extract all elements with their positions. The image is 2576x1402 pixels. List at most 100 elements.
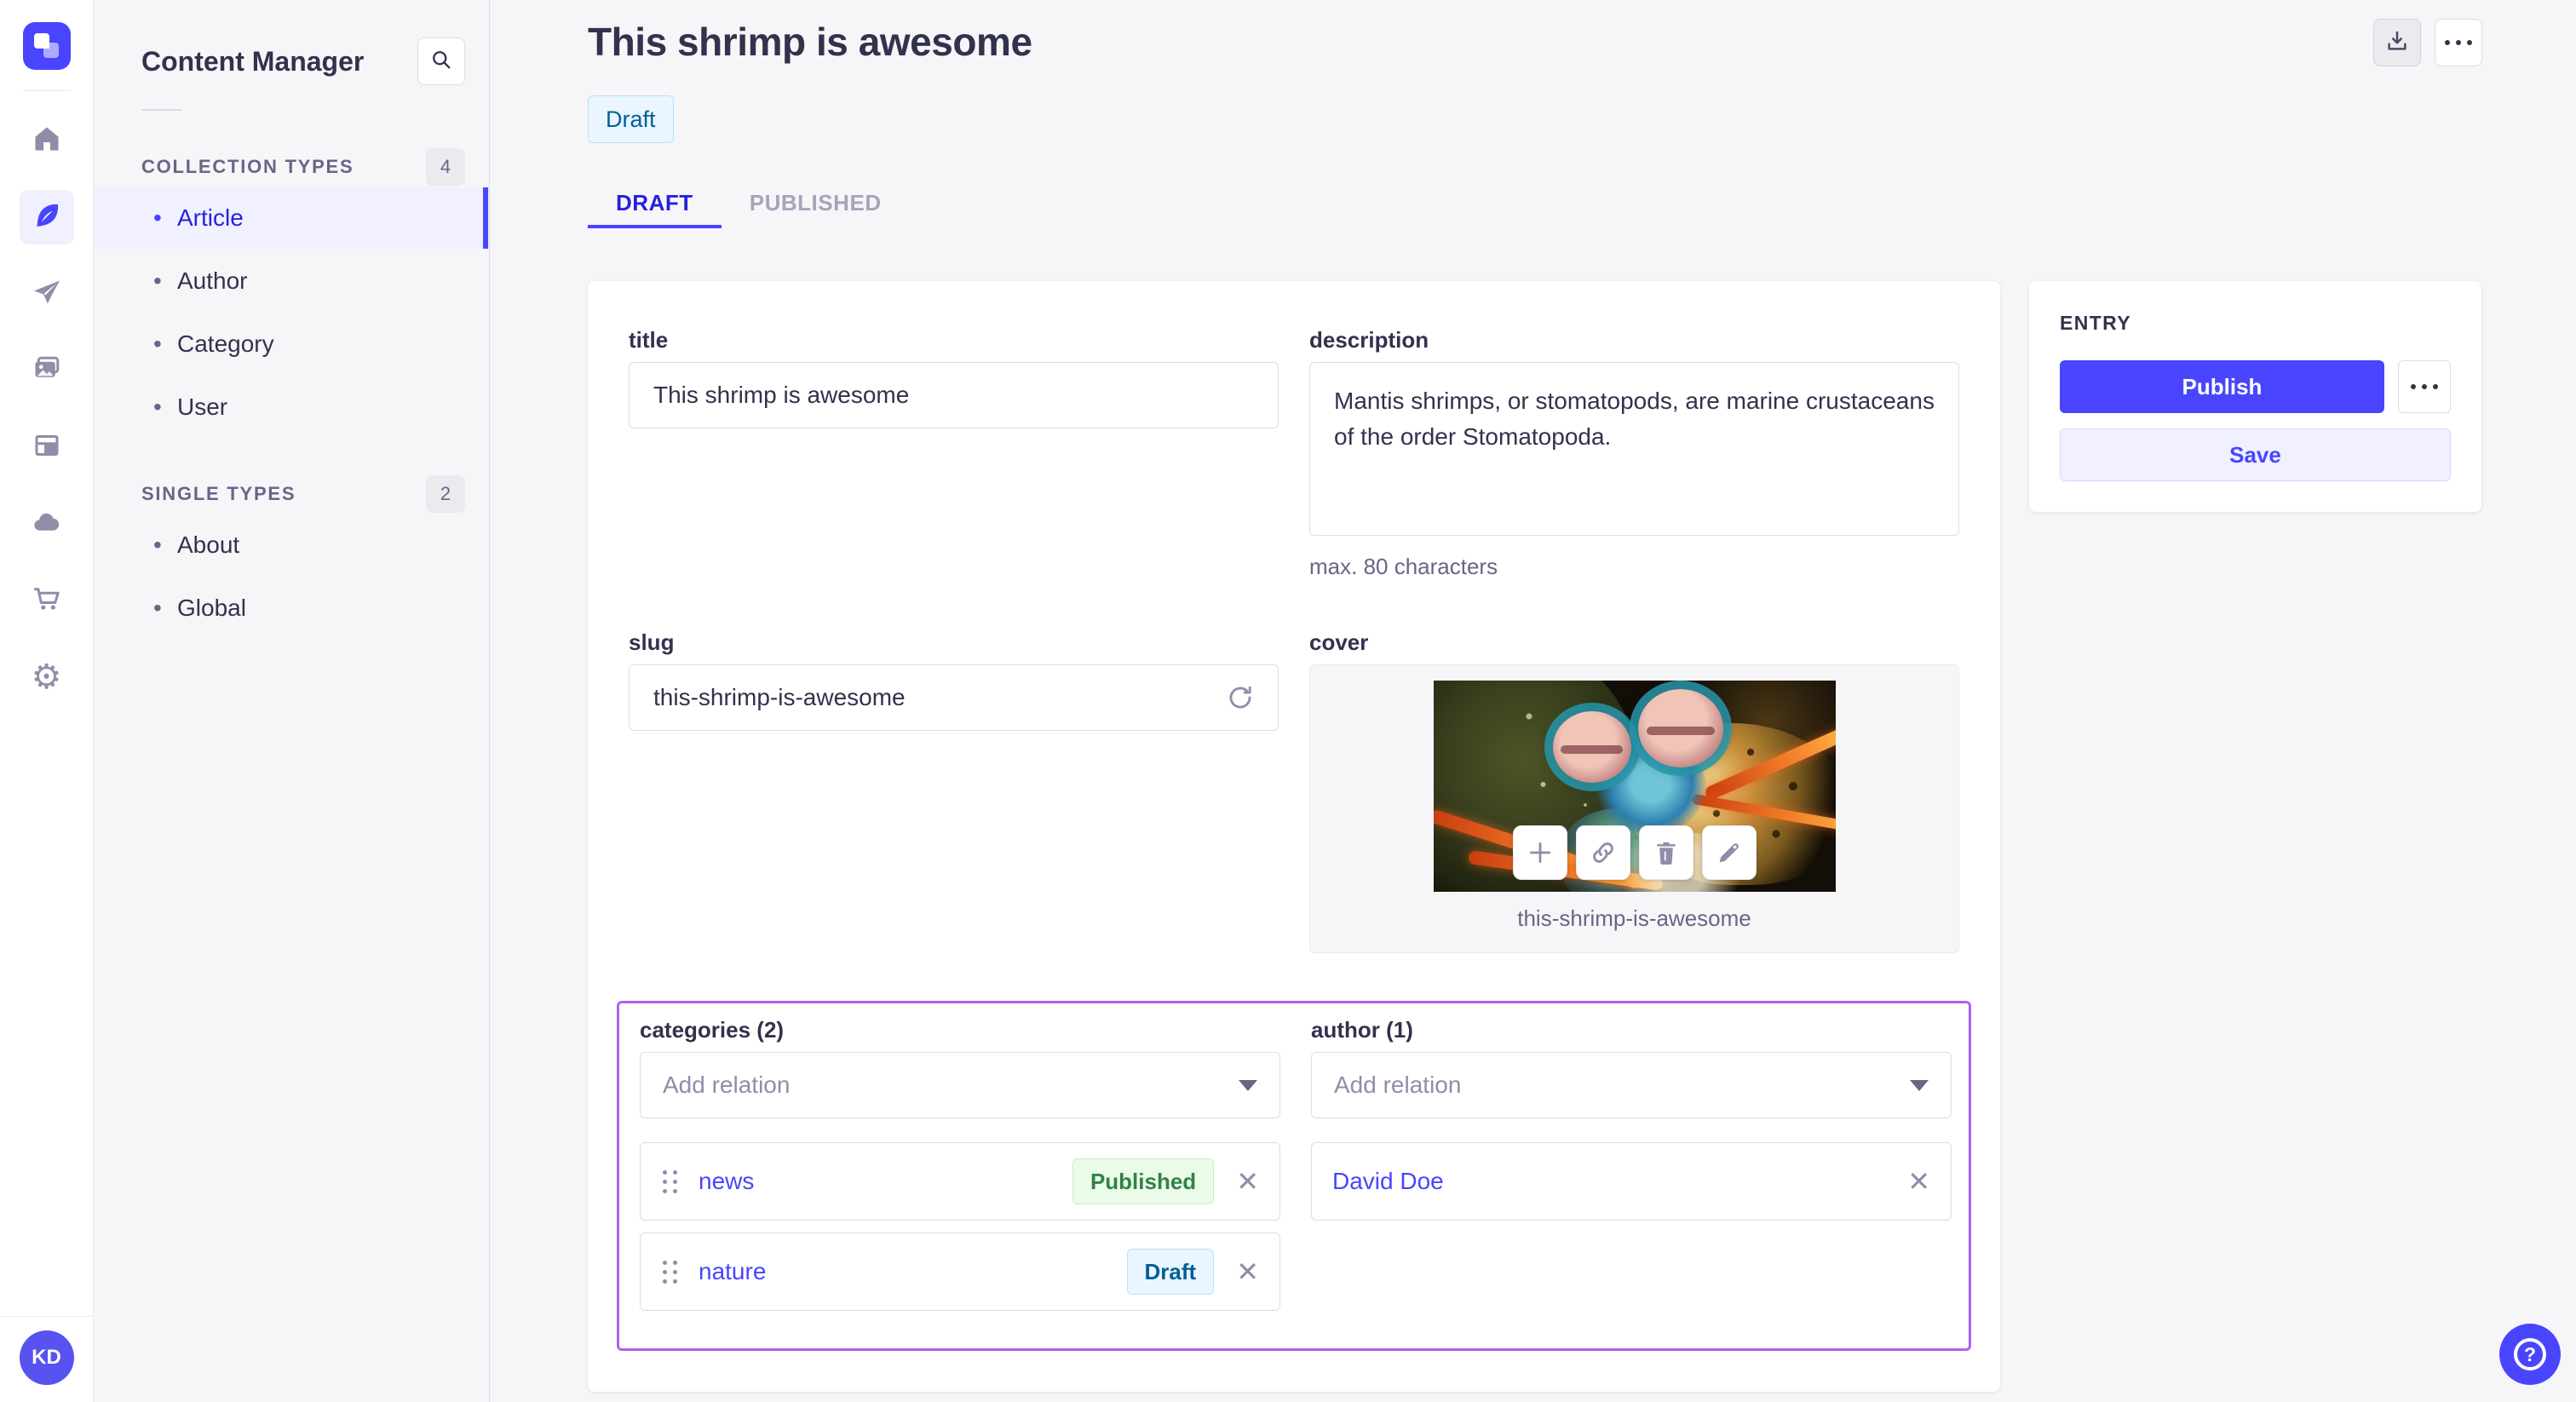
sidebar-item-label: About xyxy=(177,531,240,558)
download-icon xyxy=(2384,28,2410,58)
slug-input[interactable] xyxy=(629,664,1279,731)
relation-item-news: news Published ✕ xyxy=(640,1142,1280,1221)
single-types-label: SINGLE TYPES xyxy=(141,483,296,504)
slug-label: slug xyxy=(629,629,675,655)
categories-add-relation-select[interactable]: Add relation xyxy=(640,1052,1280,1118)
copy-link-button[interactable] xyxy=(1575,825,1630,880)
description-field: description Mantis shrimps, or stomatopo… xyxy=(1309,327,1959,580)
nav-media-library[interactable] xyxy=(20,343,74,398)
nav-marketplace[interactable] xyxy=(20,573,74,628)
sidebar-item-user[interactable]: • User xyxy=(94,376,489,438)
title-field: title xyxy=(629,327,1279,580)
main-nav-rail: ⚙ KD xyxy=(0,0,94,1402)
bullet-icon: • xyxy=(153,531,162,558)
search-icon xyxy=(429,48,453,76)
user-avatar[interactable]: KD xyxy=(19,1330,74,1385)
title-input[interactable] xyxy=(629,362,1279,428)
categories-label: categories (2) xyxy=(640,1017,785,1043)
edit-asset-button[interactable] xyxy=(1701,825,1757,880)
remove-relation-button[interactable]: ✕ xyxy=(1236,1168,1259,1195)
remove-relation-button[interactable]: ✕ xyxy=(1236,1258,1259,1285)
content-manager-subnav: Content Manager COLLECTION TYPES 4 • Art… xyxy=(94,0,490,1402)
add-relation-placeholder: Add relation xyxy=(663,1072,791,1098)
sidebar-item-label: Category xyxy=(177,330,274,357)
subnav-rule xyxy=(141,109,182,111)
add-asset-button[interactable] xyxy=(1512,825,1567,880)
nav-cloud[interactable] xyxy=(20,497,74,551)
more-options-button[interactable] xyxy=(2435,19,2482,66)
nav-releases[interactable] xyxy=(20,267,74,321)
sidebar-item-label: User xyxy=(177,394,228,420)
paper-plane-icon xyxy=(32,277,62,312)
sidebar-item-category[interactable]: • Category xyxy=(94,313,489,375)
help-button[interactable]: ? xyxy=(2499,1324,2561,1385)
bullet-icon: • xyxy=(153,330,162,357)
description-hint: max. 80 characters xyxy=(1309,554,1498,579)
sidebar-item-label: Global xyxy=(177,595,246,621)
ellipsis-icon xyxy=(2411,384,2438,389)
layout-icon xyxy=(32,430,62,465)
delete-asset-button[interactable] xyxy=(1638,825,1693,880)
relation-item-david-doe: David Doe ✕ xyxy=(1311,1142,1952,1221)
remove-relation-button[interactable]: ✕ xyxy=(1907,1168,1930,1195)
single-types-section: SINGLE TYPES 2 • About • Global xyxy=(94,475,489,639)
home-icon xyxy=(32,124,62,158)
relation-item-nature: nature Draft ✕ xyxy=(640,1232,1280,1311)
author-add-relation-select[interactable]: Add relation xyxy=(1311,1052,1952,1118)
categories-relation: categories (2) Add relation news Publish… xyxy=(640,1017,1280,1323)
cover-label: cover xyxy=(1309,629,1369,655)
version-tabs: DRAFT PUBLISHED xyxy=(588,181,2482,228)
main-content: This shrimp is awesome Draft DRAFT PUBLI… xyxy=(490,0,2576,1392)
sidebar-item-global[interactable]: • Global xyxy=(94,577,489,639)
status-badge: Draft xyxy=(588,95,674,143)
chevron-down-icon xyxy=(1910,1079,1929,1091)
relation-link[interactable]: news xyxy=(699,1168,754,1195)
shopping-cart-icon xyxy=(32,583,62,618)
page-title: This shrimp is awesome xyxy=(588,20,1032,64)
bullet-icon: • xyxy=(153,267,162,294)
question-mark-icon: ? xyxy=(2514,1338,2546,1370)
relation-link[interactable]: nature xyxy=(699,1258,766,1285)
sidebar-item-author[interactable]: • Author xyxy=(94,250,489,312)
tab-published[interactable]: PUBLISHED xyxy=(722,181,910,228)
collection-types-label: COLLECTION TYPES xyxy=(141,156,354,177)
sidebar-item-about[interactable]: • About xyxy=(94,514,489,576)
sidebar-item-label: Article xyxy=(177,204,244,231)
cover-asset-card: this-shrimp-is-awesome xyxy=(1309,664,1959,953)
save-button[interactable]: Save xyxy=(2060,428,2451,481)
download-button[interactable] xyxy=(2373,19,2421,66)
relation-link[interactable]: David Doe xyxy=(1332,1168,1444,1195)
relation-status-badge: Published xyxy=(1072,1158,1215,1204)
slug-field: slug xyxy=(629,629,1279,953)
relation-status-badge: Draft xyxy=(1126,1249,1215,1295)
publish-button[interactable]: Publish xyxy=(2060,360,2384,413)
rail-divider xyxy=(21,90,72,91)
edit-form-card: title description Mantis shrimps, or sto… xyxy=(588,281,2000,1392)
entry-panel: ENTRY Publish Save xyxy=(2029,281,2481,512)
bullet-icon: • xyxy=(153,204,162,231)
nav-content-manager[interactable] xyxy=(19,190,74,244)
media-library-icon xyxy=(32,353,62,388)
collection-types-count: 4 xyxy=(426,148,465,186)
subnav-title: Content Manager xyxy=(141,45,365,77)
bullet-icon: • xyxy=(153,595,162,621)
search-button[interactable] xyxy=(417,37,465,85)
single-types-count: 2 xyxy=(426,475,465,513)
cover-image xyxy=(1433,681,1836,892)
description-label: description xyxy=(1309,327,1429,353)
drag-handle-icon[interactable] xyxy=(661,1169,680,1194)
nav-home[interactable] xyxy=(20,113,74,168)
sidebar-item-article[interactable]: • Article xyxy=(94,187,489,249)
entry-more-button[interactable] xyxy=(2398,360,2451,413)
author-relation: author (1) Add relation David Doe ✕ xyxy=(1311,1017,1952,1323)
cover-field: cover this-shrimp-is-awesome xyxy=(1309,629,1959,953)
description-input[interactable]: Mantis shrimps, or stomatopods, are mari… xyxy=(1309,362,1959,536)
drag-handle-icon[interactable] xyxy=(661,1259,680,1284)
regenerate-slug-button[interactable] xyxy=(1224,681,1256,714)
nav-content-type-builder[interactable] xyxy=(20,420,74,474)
nav-settings[interactable]: ⚙ xyxy=(20,650,74,704)
strapi-logo[interactable] xyxy=(22,22,71,70)
cloud-icon xyxy=(32,507,62,542)
tab-draft[interactable]: DRAFT xyxy=(588,181,722,228)
bullet-icon: • xyxy=(153,394,162,420)
